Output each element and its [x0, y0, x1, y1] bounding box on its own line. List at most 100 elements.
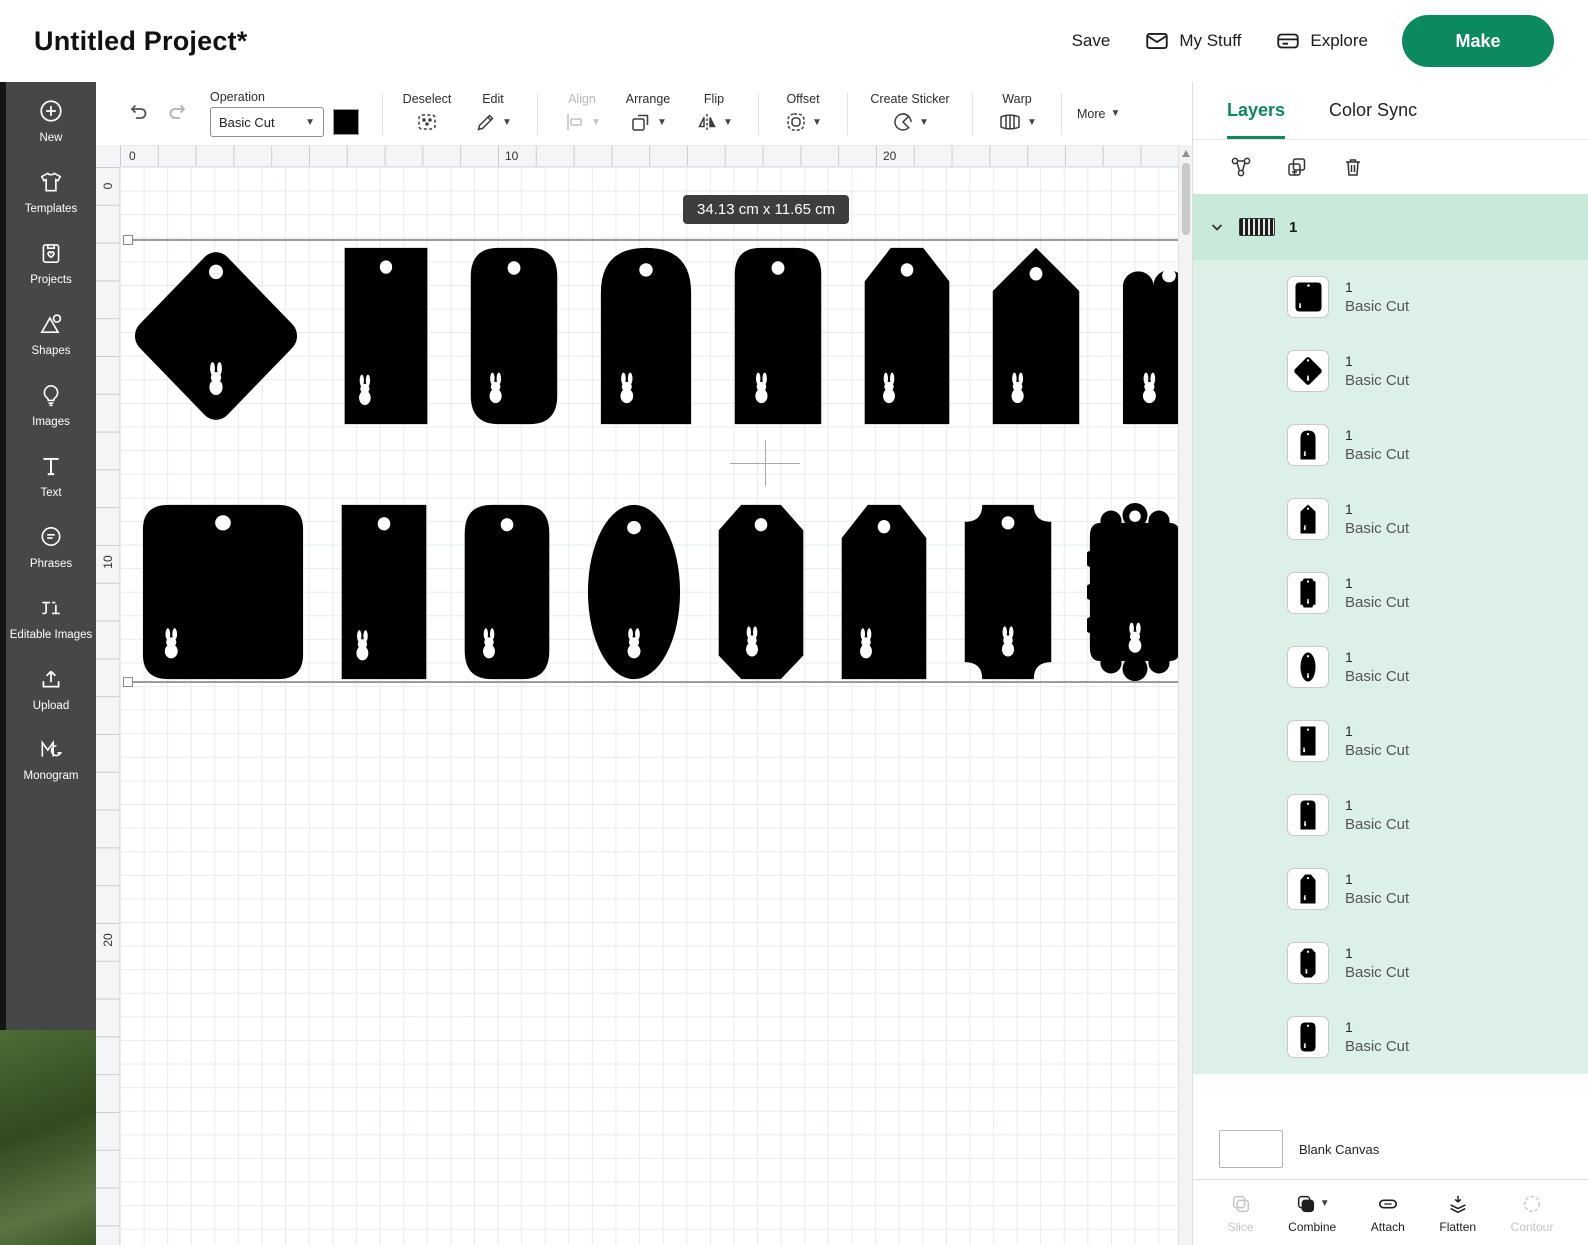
sidebar-item-templates[interactable]: Templates	[7, 169, 95, 217]
sidebar-item-text[interactable]: Text	[7, 453, 95, 501]
trash-icon	[1346, 159, 1360, 176]
sidebar-item-images[interactable]: Images	[7, 382, 95, 430]
deselect-button[interactable]: Deselect	[398, 92, 456, 135]
duplicate-button[interactable]	[1283, 153, 1311, 181]
color-swatch[interactable]	[333, 109, 359, 135]
layer-operation: Basic Cut	[1345, 1038, 1410, 1055]
offset-button[interactable]: Offset ▼	[774, 92, 832, 135]
left-sidebar: New Templates Projects Shapes Images Tex…	[0, 82, 96, 1245]
blank-canvas-label: Blank Canvas	[1299, 1141, 1380, 1157]
canvas-shape-row-1	[120, 245, 1178, 427]
sidebar-item-projects[interactable]: Projects	[7, 240, 95, 288]
layer-title: 1	[1345, 501, 1353, 517]
layer-row[interactable]: 1 Basic Cut	[1193, 556, 1588, 630]
canvas-shape-rounded-rect[interactable]	[468, 245, 560, 427]
canvas-shape-rounded-rect[interactable]	[462, 502, 552, 682]
arrange-button[interactable]: Arrange ▼	[619, 92, 677, 135]
layer-row[interactable]: 1 Basic Cut	[1193, 630, 1588, 704]
toolbar-divider	[758, 92, 759, 135]
layer-thumbnail	[1287, 424, 1329, 466]
group-button[interactable]	[1227, 153, 1255, 181]
tab-color-sync[interactable]: Color Sync	[1329, 82, 1417, 139]
sidebar-item-shapes[interactable]: Shapes	[7, 311, 95, 359]
operation-select[interactable]: Basic Cut ▼	[210, 107, 324, 137]
sidebar-item-monogram[interactable]: Monogram	[7, 736, 95, 784]
layer-operation: Basic Cut	[1345, 742, 1410, 759]
layers-toolbar	[1193, 140, 1588, 194]
layer-group-header[interactable]: 1	[1193, 194, 1588, 260]
canvas-shape-diamond[interactable]	[128, 245, 304, 427]
delete-button[interactable]	[1339, 153, 1367, 181]
layer-row[interactable]: 1 Basic Cut	[1193, 704, 1588, 778]
chevron-down-icon: ▼	[812, 116, 822, 128]
sidebar-item-editable-images[interactable]: Editable Images	[7, 595, 95, 643]
canvas-shape-rounded-square[interactable]	[140, 502, 306, 682]
sidebar-item-phrases[interactable]: Phrases	[7, 524, 95, 572]
create-sticker-button[interactable]: Create Sticker ▼	[863, 92, 957, 135]
layer-row[interactable]: 1 Basic Cut	[1193, 778, 1588, 852]
canvas-shape-rect[interactable]	[339, 502, 429, 682]
sidebar-item-new[interactable]: New	[7, 98, 95, 146]
explore-button[interactable]: Explore	[1275, 28, 1368, 54]
flip-button[interactable]: Flip ▼	[685, 92, 743, 135]
selection-handle[interactable]	[123, 235, 133, 245]
edit-button[interactable]: Edit ▼	[464, 92, 522, 135]
scrollbar-thumb[interactable]	[1182, 163, 1190, 235]
blank-canvas-swatch[interactable]	[1219, 1130, 1283, 1168]
canvas-shape-hex-tag[interactable]	[716, 502, 806, 682]
align-button[interactable]: Align ▼	[553, 92, 611, 135]
warp-button[interactable]: Warp ▼	[988, 92, 1046, 135]
layer-row[interactable]: 1 Basic Cut	[1193, 482, 1588, 556]
selection-bottom-edge[interactable]	[128, 681, 1178, 683]
design-canvas[interactable]: 34.13 cm x 11.65 cm	[120, 167, 1178, 1245]
layer-row[interactable]: 1 Basic Cut	[1193, 1000, 1588, 1074]
layer-title: 1	[1345, 649, 1353, 665]
edit-toolbar: Operation Basic Cut ▼ Deselect Edit ▼ Al…	[96, 82, 1192, 145]
layer-title: 1	[1345, 279, 1353, 295]
shapes-icon	[40, 314, 62, 333]
canvas-shape-ellipse[interactable]	[585, 502, 683, 682]
make-button[interactable]: Make	[1402, 15, 1554, 67]
slice-button[interactable]: Slice	[1228, 1192, 1254, 1234]
selection-top-edge[interactable]	[128, 239, 1178, 241]
slice-icon	[1232, 1195, 1249, 1212]
layer-thumbnail	[1287, 350, 1329, 392]
canvas-shape-chamfer-tag[interactable]	[839, 502, 929, 682]
selection-handle[interactable]	[123, 677, 133, 687]
layer-thumbnail	[1287, 868, 1329, 910]
layer-row[interactable]: 1 Basic Cut	[1193, 334, 1588, 408]
sidebar-item-upload[interactable]: Upload	[7, 666, 95, 714]
horizontal-ruler: 0 10 20	[120, 145, 1178, 167]
layer-row[interactable]: 1 Basic Cut	[1193, 260, 1588, 334]
redo-button[interactable]	[162, 96, 194, 131]
my-stuff-button[interactable]: My Stuff	[1144, 28, 1241, 54]
undo-button[interactable]	[122, 96, 154, 131]
layer-row[interactable]: 1 Basic Cut	[1193, 852, 1588, 926]
blank-canvas-row[interactable]: Blank Canvas	[1193, 1119, 1588, 1179]
combine-button[interactable]: ▼ Combine	[1288, 1192, 1336, 1234]
canvas-shape-dome-tag[interactable]	[598, 245, 694, 427]
vertical-ruler: 0 10 20	[96, 167, 120, 1245]
app-window: Untitled Project* Save My Stuff Explore …	[0, 0, 1588, 1245]
flatten-icon	[1450, 1195, 1466, 1213]
canvas-shape-rect[interactable]	[342, 245, 430, 427]
canvas-shape-point-tag[interactable]	[990, 245, 1082, 427]
combine-icon	[1297, 1195, 1314, 1212]
canvas-shape-chamfer-tag[interactable]	[862, 245, 952, 427]
layer-row[interactable]: 1 Basic Cut	[1193, 408, 1588, 482]
templates-icon	[40, 172, 62, 192]
canvas-shape-dome-tag2[interactable]	[732, 245, 824, 427]
layer-row[interactable]: 1 Basic Cut	[1193, 926, 1588, 1000]
scroll-up-arrow-icon[interactable]	[1182, 150, 1190, 157]
save-button[interactable]: Save	[1072, 31, 1111, 51]
attach-button[interactable]: Attach	[1371, 1192, 1405, 1234]
tab-layers[interactable]: Layers	[1227, 82, 1286, 139]
canvas-shape-scallop-tag[interactable]	[1120, 245, 1178, 427]
canvas-shape-bracket-tag[interactable]	[962, 502, 1054, 682]
flatten-button[interactable]: Flatten	[1439, 1192, 1476, 1234]
contour-button[interactable]: Contour	[1511, 1192, 1553, 1234]
canvas-shape-ornate-tag[interactable]	[1084, 502, 1178, 682]
canvas-scrollbar[interactable]	[1178, 145, 1192, 1245]
layer-thumbnail	[1287, 720, 1329, 762]
more-button[interactable]: More ▼	[1077, 107, 1120, 121]
